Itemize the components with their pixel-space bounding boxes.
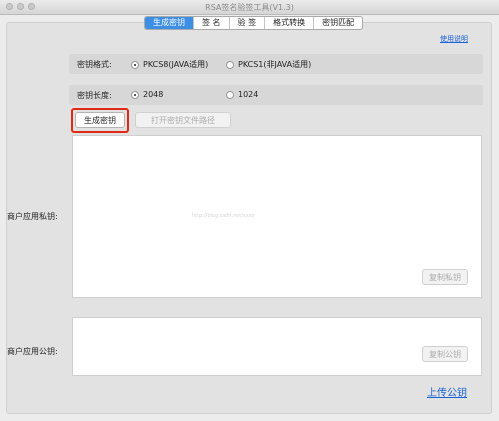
open-key-path-button[interactable]: 打开密钥文件路径 xyxy=(135,112,231,128)
tab-verify[interactable]: 验 签 xyxy=(230,17,266,29)
key-format-label: 密钥格式: xyxy=(77,60,112,69)
public-key-label: 商户应用公钥: xyxy=(7,347,58,356)
copy-private-key-button[interactable]: 复制私钥 xyxy=(422,269,468,285)
private-key-textarea[interactable] xyxy=(72,135,482,298)
tab-format-convert[interactable]: 格式转换 xyxy=(265,17,315,29)
radio-selected-icon xyxy=(131,90,139,99)
radio-1024[interactable]: 1024 xyxy=(226,90,258,99)
copy-public-key-button[interactable]: 复制公钥 xyxy=(422,346,468,362)
tab-key-match[interactable]: 密钥匹配 xyxy=(314,17,362,29)
radio-pkcs8-label: PKCS8(JAVA适用) xyxy=(143,60,209,69)
private-key-label: 商户应用私钥: xyxy=(7,212,58,221)
tab-sign[interactable]: 签 名 xyxy=(194,17,230,29)
key-length-label: 密钥长度: xyxy=(77,91,112,100)
radio-2048[interactable]: 2048 xyxy=(131,90,163,99)
tab-generate-key[interactable]: 生成密钥 xyxy=(145,17,194,29)
window-title: RSA签名验签工具(V1.3) xyxy=(205,3,294,12)
radio-pkcs8[interactable]: PKCS8(JAVA适用) xyxy=(131,59,208,70)
public-key-textarea[interactable] xyxy=(72,317,482,376)
radio-selected-icon xyxy=(131,60,139,69)
upload-public-key-link[interactable]: 上传公钥 xyxy=(427,384,467,399)
highlight-annotation xyxy=(71,108,129,133)
watermark: http://blog.csdn.net/xxxx xyxy=(192,213,255,219)
radio-unselected-icon xyxy=(226,60,234,69)
radio-unselected-icon xyxy=(226,90,234,99)
radio-pkcs1-label: PKCS1(非JAVA适用) xyxy=(238,60,312,69)
radio-1024-label: 1024 xyxy=(238,90,259,99)
title-bar: RSA签名验签工具(V1.3) xyxy=(0,0,499,15)
radio-pkcs1[interactable]: PKCS1(非JAVA适用) xyxy=(226,59,311,70)
radio-2048-label: 2048 xyxy=(143,90,164,99)
help-link[interactable]: 使用说明 xyxy=(440,34,468,44)
tab-bar: 生成密钥 签 名 验 签 格式转换 密钥匹配 xyxy=(144,16,364,30)
